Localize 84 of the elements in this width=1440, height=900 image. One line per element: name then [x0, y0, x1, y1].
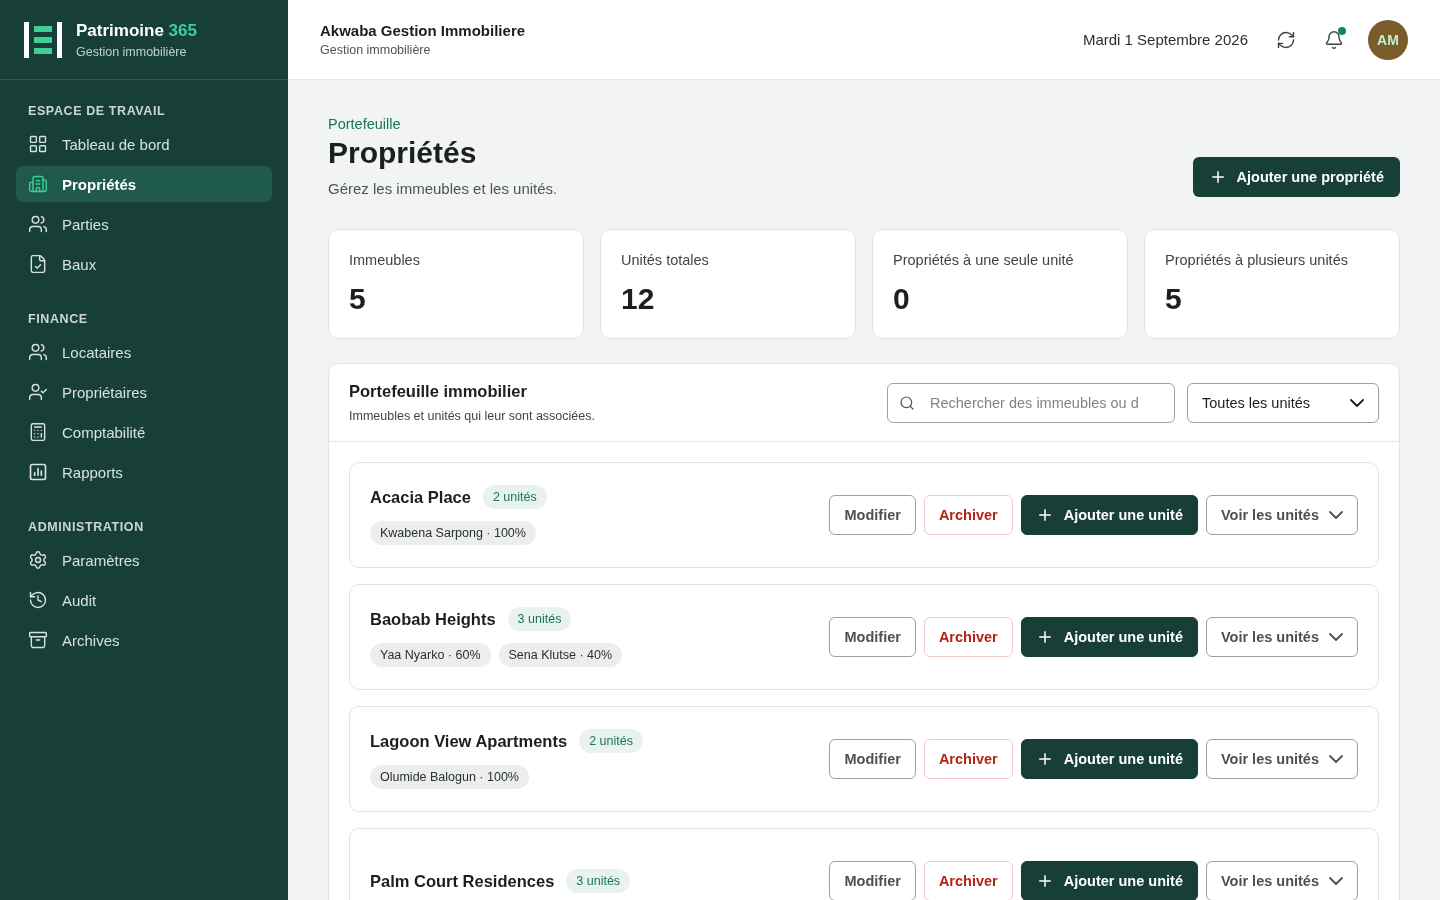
add-unit-button[interactable]: Ajouter une unité: [1020, 739, 1198, 779]
add-property-button[interactable]: Ajouter une propriété: [1192, 157, 1400, 197]
sidebar-item[interactable]: Parties: [16, 206, 272, 242]
unit-filter-dropdown[interactable]: Toutes les unités: [1187, 382, 1379, 423]
property-name: Baobab Heights: [370, 609, 496, 629]
bell-icon: [1324, 29, 1344, 50]
edit-button[interactable]: Modifier: [829, 739, 916, 779]
unit-count-badge: 2 unités: [482, 485, 547, 509]
unit-count-badge: 2 unités: [579, 729, 643, 753]
settings-icon: [28, 550, 48, 570]
sidebar-item[interactable]: Archives: [16, 622, 272, 658]
owner-share-tag: Sena Klutse · 40%: [498, 643, 623, 667]
edit-button[interactable]: Modifier: [829, 617, 916, 657]
chevron-down-icon: [1329, 511, 1343, 519]
stat-label: Immeubles: [349, 252, 421, 268]
sidebar-item[interactable]: Rapports: [16, 454, 272, 490]
current-date: Mardi 1 Septembre 2026: [1082, 31, 1248, 48]
stat-value: 12: [621, 282, 656, 316]
owner-share-tag: Kwabena Sarpong · 100%: [370, 521, 536, 545]
history-icon: [28, 590, 48, 610]
sidebar-item[interactable]: Tableau de bord: [16, 126, 272, 162]
owner-share-tag: Olumide Balogun · 100%: [370, 765, 529, 789]
owner-share-tag: Yaa Nyarko · 60%: [370, 643, 491, 667]
document-check-icon: [28, 254, 48, 274]
add-unit-button[interactable]: Ajouter une unité: [1020, 861, 1198, 900]
edit-button[interactable]: Modifier: [829, 861, 916, 900]
stat-label: Unités totales: [621, 252, 710, 268]
page-title: Propriétés: [328, 136, 478, 170]
breadcrumb: Portefeuille: [328, 116, 402, 132]
page-description: Gérez les immeubles et les unités.: [328, 180, 558, 197]
users-icon: [28, 214, 48, 234]
brand-name: Patrimoine 365: [76, 20, 197, 41]
sidebar-item[interactable]: Baux: [16, 246, 272, 282]
sidebar-item[interactable]: Comptabilité: [16, 414, 272, 450]
section-heading: FINANCE: [27, 312, 89, 328]
dashboard-grid-icon: [28, 134, 48, 154]
section-heading: ADMINISTRATION: [27, 520, 145, 536]
stat-label: Propriétés à une seule unité: [893, 252, 1075, 268]
property-name: Lagoon View Apartments: [370, 731, 568, 751]
archive-icon: [28, 630, 48, 650]
chevron-down-icon: [1350, 398, 1364, 407]
view-units-dropdown[interactable]: Voir les unités: [1205, 617, 1358, 657]
sidebar-item[interactable]: Audit: [16, 582, 272, 618]
unit-count-badge: 3 unités: [507, 607, 572, 631]
add-unit-button[interactable]: Ajouter une unité: [1020, 617, 1198, 657]
section-heading: ESPACE DE TRAVAIL: [27, 104, 167, 120]
stat-value: 5: [349, 282, 367, 316]
search-icon: [899, 394, 915, 411]
view-units-dropdown[interactable]: Voir les unités: [1205, 861, 1358, 900]
chevron-down-icon: [1329, 633, 1343, 641]
chevron-down-icon: [1329, 877, 1343, 885]
stat-value: 0: [893, 282, 911, 316]
view-units-dropdown[interactable]: Voir les unités: [1205, 495, 1358, 535]
property-name: Acacia Place: [370, 487, 471, 507]
sidebar-item[interactable]: Locataires: [16, 334, 272, 370]
user-check-icon: [28, 382, 48, 402]
user-avatar[interactable]: AM: [1368, 19, 1408, 60]
edit-button[interactable]: Modifier: [829, 495, 916, 535]
unit-count-badge: 3 unités: [566, 869, 631, 893]
archive-button[interactable]: Archiver: [923, 617, 1013, 657]
property-name: Palm Court Residences: [370, 871, 555, 891]
brand-subtitle: Gestion immobilière: [76, 44, 188, 59]
building-icon: [28, 174, 48, 194]
archive-button[interactable]: Archiver: [923, 495, 1013, 535]
company-subtitle: Gestion immobilière: [320, 43, 432, 57]
sidebar-item[interactable]: Propriétés: [16, 166, 272, 202]
archive-button[interactable]: Archiver: [923, 861, 1013, 900]
stat-label: Propriétés à plusieurs unités: [1165, 252, 1349, 268]
stat-value: 5: [1165, 282, 1183, 316]
search-field[interactable]: Rechercher des immeubles ou d: [887, 382, 1175, 423]
chevron-down-icon: [1329, 755, 1343, 763]
panel-subtitle: Immeubles et unités qui leur sont associées.: [349, 409, 595, 423]
sidebar-item[interactable]: Propriétaires: [16, 374, 272, 410]
calculator-icon: [28, 422, 48, 442]
panel-title: Portefeuille immobilier: [349, 382, 528, 401]
refresh-icon: [1276, 29, 1296, 50]
add-unit-button[interactable]: Ajouter une unité: [1020, 495, 1198, 535]
company-name: Akwaba Gestion Immobiliere: [320, 22, 526, 39]
sidebar-item[interactable]: Paramètres: [16, 542, 272, 578]
archive-button[interactable]: Archiver: [923, 739, 1013, 779]
view-units-dropdown[interactable]: Voir les unités: [1205, 739, 1358, 779]
report-chart-icon: [28, 462, 48, 482]
logo-icon: [24, 21, 62, 58]
users-icon: [28, 342, 48, 362]
